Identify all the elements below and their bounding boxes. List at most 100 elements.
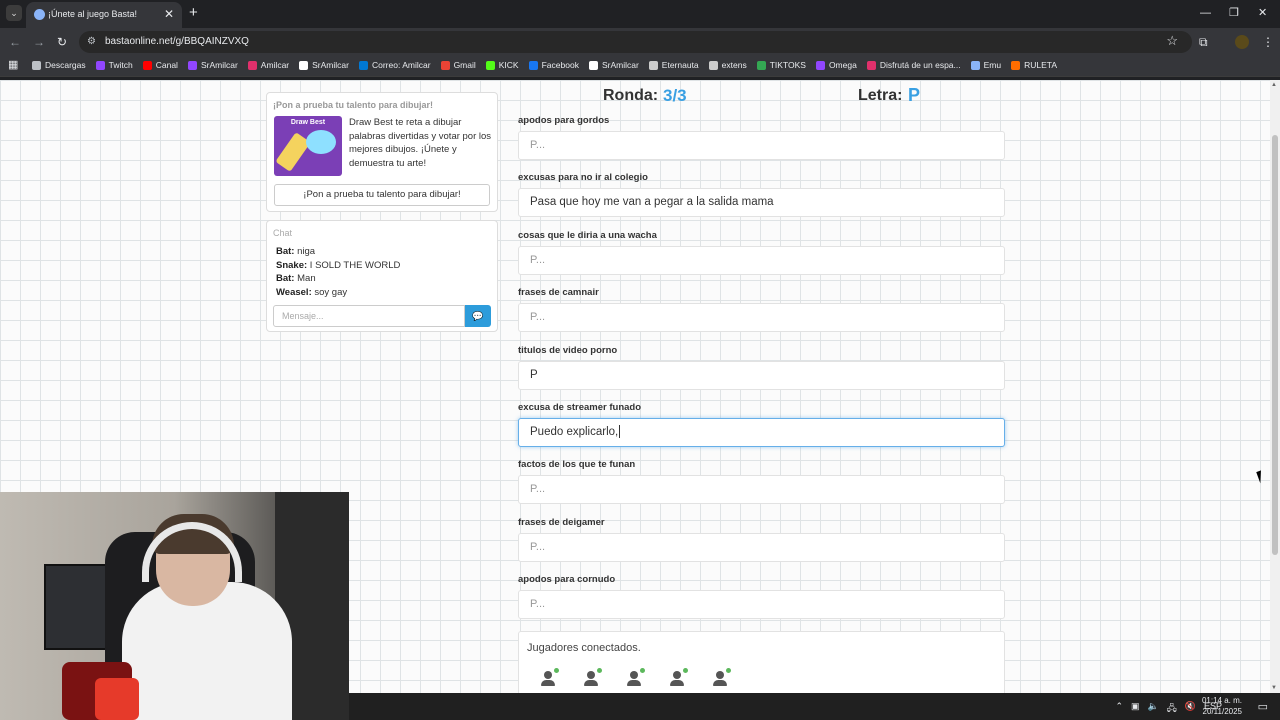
category-answer-input[interactable]: P bbox=[518, 360, 1005, 390]
clock[interactable]: 01:14 a. m. 20/11/2025 bbox=[1202, 695, 1242, 717]
promo-image-title: Draw Best bbox=[290, 119, 326, 126]
bookmark-item[interactable]: Amilcar bbox=[247, 60, 290, 70]
chat-send-button[interactable]: 💬 bbox=[465, 305, 491, 327]
forward-arrow-icon[interactable]: → bbox=[33, 35, 45, 49]
chat-message: Snake: I SOLD THE WORLD bbox=[276, 259, 400, 273]
promo-button[interactable]: ¡Pon a prueba tu talento para dibujar! bbox=[274, 184, 490, 206]
address-bar[interactable]: ⚙ bastaonline.net/g/BBQAINZVXQ ☆ bbox=[79, 31, 1192, 53]
network-icon[interactable]: 🖧 bbox=[1167, 701, 1177, 717]
bookmark-favicon-icon bbox=[756, 60, 766, 70]
bookmark-item[interactable]: Twitch bbox=[95, 60, 133, 70]
answer-value: P bbox=[530, 368, 538, 381]
bookmark-item[interactable]: Facebook bbox=[528, 60, 579, 70]
bookmark-favicon-icon bbox=[32, 60, 41, 70]
reload-icon[interactable]: ↻ bbox=[57, 35, 67, 49]
player-avatar-icon[interactable] bbox=[625, 668, 645, 688]
bookmark-favicon-icon bbox=[708, 60, 718, 70]
browser-toolbar: ← → ↻ ⚙ bastaonline.net/g/BBQAINZVXQ ☆ ⧉… bbox=[0, 28, 1280, 56]
bookmark-star-icon[interactable]: ☆ bbox=[1166, 34, 1178, 48]
bookmark-label: Omega bbox=[828, 60, 857, 70]
bookmark-favicon-icon bbox=[247, 60, 257, 70]
category-label: frases de camnair bbox=[518, 287, 599, 299]
category-answer-input[interactable]: P... bbox=[518, 590, 1005, 620]
bookmark-item[interactable]: SrAmilcar bbox=[187, 60, 238, 70]
category-answer-input[interactable]: P... bbox=[518, 303, 1005, 333]
speech-bubble-icon: 💬 bbox=[472, 311, 484, 321]
text-caret bbox=[619, 425, 621, 439]
window-close-icon[interactable]: ✕ bbox=[1258, 7, 1267, 19]
minimize-icon[interactable]: — bbox=[1200, 7, 1211, 19]
bookmark-item[interactable]: Canal bbox=[142, 60, 178, 70]
category-answer-input[interactable]: P... bbox=[518, 475, 1005, 505]
bookmark-item[interactable]: Omega bbox=[815, 60, 857, 70]
player-avatar-icon[interactable] bbox=[711, 668, 731, 688]
bookmark-item[interactable]: TIKTOKS bbox=[756, 60, 806, 70]
player-avatar-icon[interactable] bbox=[668, 668, 688, 688]
bookmark-item[interactable]: Eternauta bbox=[648, 60, 699, 70]
bookmark-item[interactable]: KICK bbox=[485, 60, 519, 70]
scroll-down-icon[interactable]: ▼ bbox=[1271, 685, 1277, 691]
bookmark-item[interactable]: RULETA bbox=[1011, 60, 1057, 70]
url-text[interactable]: bastaonline.net/g/BBQAINZVXQ bbox=[105, 36, 249, 47]
tab-search-chevron-icon[interactable]: ⌄ bbox=[6, 5, 22, 21]
bookmark-label: Amilcar bbox=[260, 60, 290, 70]
chat-text: Man bbox=[294, 273, 316, 284]
chat-messages: Bat: niga Snake: I SOLD THE WORLD Bat: Man… bbox=[276, 245, 400, 299]
bookmark-item[interactable]: Emu bbox=[970, 60, 1001, 70]
browser-tab-active[interactable]: ¡Únete al juego Basta! ✕ bbox=[26, 2, 182, 28]
chat-username: Snake: bbox=[276, 259, 308, 271]
avatar-head bbox=[630, 671, 638, 679]
avatar-body bbox=[584, 680, 598, 686]
bookmark-item[interactable]: SrAmilcar bbox=[588, 60, 639, 70]
profile-avatar[interactable] bbox=[1235, 35, 1249, 49]
promo-description: Draw Best te reta a dibujar palabras div… bbox=[349, 117, 492, 169]
bookmark-item[interactable]: Disfrutá de un espa... bbox=[866, 60, 961, 70]
menu-kebab-icon[interactable]: ⋮ bbox=[1262, 35, 1274, 49]
bookmark-item[interactable]: SrAmilcar bbox=[299, 60, 349, 70]
tray-chevron-icon[interactable]: ⌃ bbox=[1115, 701, 1123, 717]
site-info-icon[interactable]: ⚙ bbox=[87, 36, 96, 48]
scrollbar-thumb[interactable] bbox=[1272, 135, 1278, 555]
bookmark-item[interactable]: Descargas bbox=[32, 60, 86, 70]
category-answer-input[interactable]: Puedo explicarlo, bbox=[518, 418, 1005, 447]
bookmark-item[interactable]: extens bbox=[708, 60, 747, 70]
bookmark-label: SrAmilcar bbox=[312, 60, 349, 70]
back-arrow-icon[interactable]: ← bbox=[9, 35, 21, 49]
bookmark-favicon-icon bbox=[970, 60, 980, 70]
category-answer-input[interactable]: P... bbox=[518, 532, 1005, 562]
notification-icon[interactable]: ▭ bbox=[1258, 700, 1268, 713]
category-answer-input[interactable]: P... bbox=[518, 245, 1005, 275]
bookmark-item[interactable]: Gmail bbox=[440, 60, 476, 70]
answer-placeholder: P... bbox=[530, 311, 546, 324]
promo-image[interactable]: Draw Best bbox=[274, 116, 342, 176]
player-avatar-icon[interactable] bbox=[539, 668, 559, 688]
avatar-head bbox=[673, 671, 681, 679]
bookmark-item[interactable]: Correo: Amilcar bbox=[358, 60, 431, 70]
tab-close-icon[interactable]: ✕ bbox=[164, 7, 174, 21]
volume-icon[interactable]: 🔈 bbox=[1148, 701, 1159, 717]
avatar-body bbox=[627, 680, 641, 686]
round-value: 3/3 bbox=[663, 86, 687, 105]
category-label: frases de deigamer bbox=[518, 516, 605, 528]
tray-app-icon[interactable]: ▣ bbox=[1131, 701, 1140, 717]
new-tab-button[interactable]: + bbox=[189, 5, 198, 21]
category-answer-input[interactable]: Pasa que hoy me van a pegar a la salida … bbox=[518, 188, 1005, 218]
chat-username: Weasel: bbox=[276, 286, 312, 298]
players-title: Jugadores conectados. bbox=[527, 642, 641, 654]
scroll-up-icon[interactable]: ▲ bbox=[1271, 82, 1277, 88]
apps-grid-icon[interactable]: ▦ bbox=[8, 59, 18, 71]
round-label: Ronda: bbox=[603, 87, 659, 104]
page-scrollbar[interactable]: ▲ ▼ bbox=[1270, 80, 1280, 693]
category-answer-input[interactable]: P... bbox=[518, 131, 1005, 160]
restore-icon[interactable]: ❐ bbox=[1229, 7, 1239, 19]
chat-title: Chat bbox=[273, 228, 293, 238]
mute-icon[interactable]: 🔇 bbox=[1185, 701, 1196, 717]
bookmark-favicon-icon bbox=[187, 60, 197, 70]
bookmark-favicon-icon bbox=[866, 60, 876, 70]
chat-message-input[interactable]: Mensaje... bbox=[273, 305, 465, 327]
chat-placeholder: Mensaje... bbox=[282, 311, 324, 321]
player-avatar-icon[interactable] bbox=[582, 668, 602, 688]
taskbar: ⌃ ▣ 🔈 🖧 🔇 ESP 01:14 a. m. 20/11/2025 ▭ bbox=[349, 693, 1280, 720]
bookmark-favicon-icon bbox=[95, 60, 105, 70]
extensions-icon[interactable]: ⧉ bbox=[1199, 35, 1208, 49]
